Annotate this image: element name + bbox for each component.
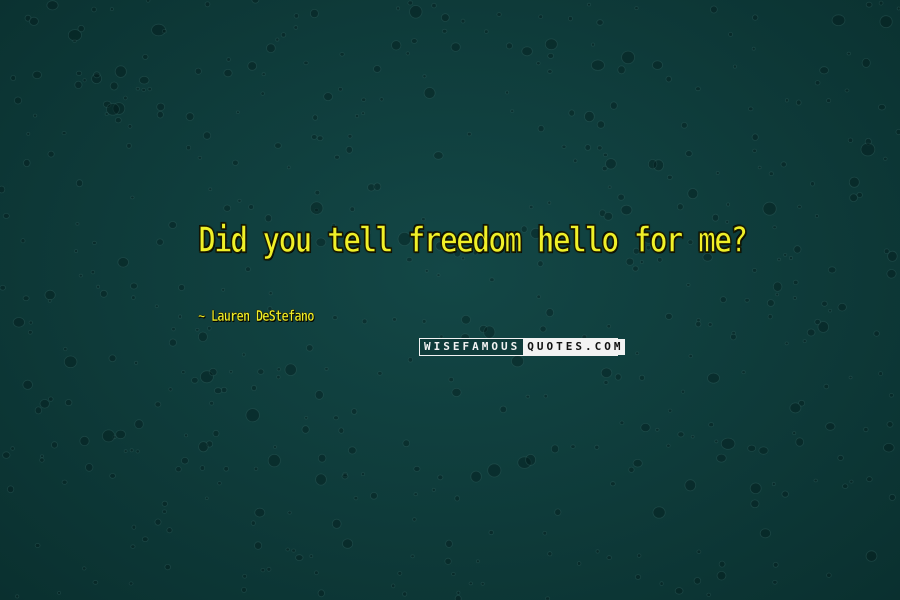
quote-text: Did you tell freedom hello for me? xyxy=(197,219,748,262)
raindrops-background xyxy=(0,0,900,600)
site-watermark: WISEFAMOUS QUOTES.COM xyxy=(419,338,626,356)
watermark-right-text: QUOTES.COM xyxy=(523,339,626,355)
watermark-left-text: WISEFAMOUS xyxy=(420,339,524,355)
quote-card: Did you tell freedom hello for me? ~ Lau… xyxy=(0,0,900,600)
quote-author: ~ Lauren DeStefano xyxy=(198,307,315,326)
